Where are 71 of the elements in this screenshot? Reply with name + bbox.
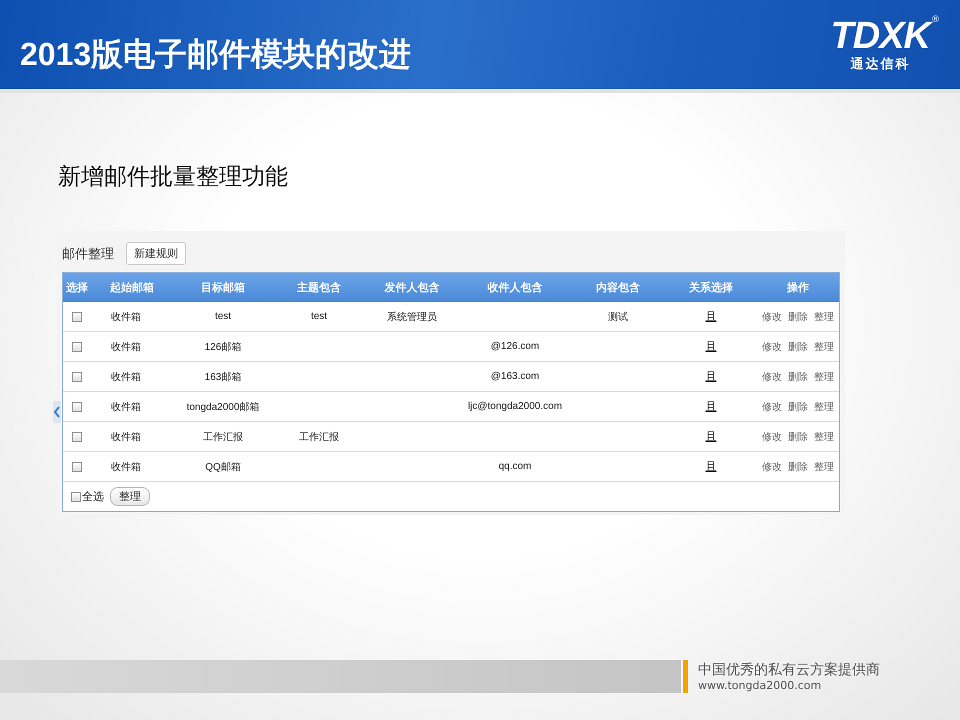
table-cell: test (310, 311, 328, 322)
action-link[interactable]: 删除 (788, 310, 808, 324)
column-header: 内容包含 (595, 280, 641, 295)
table-cell: test (214, 311, 232, 322)
row-checkbox[interactable] (72, 372, 82, 382)
action-link[interactable]: 删除 (788, 340, 808, 354)
select-all-checkbox[interactable] (71, 492, 81, 502)
table-cell: @126.com (490, 341, 540, 352)
column-header: 收件人包含 (486, 280, 544, 295)
relation-link[interactable]: 且 (706, 459, 716, 474)
action-link[interactable]: 整理 (814, 460, 834, 474)
table-cell: ljc@tongda2000.com (468, 401, 562, 412)
relation-link[interactable]: 且 (706, 339, 716, 354)
table-cell-text: 收件箱 (110, 370, 141, 384)
sort-button[interactable]: 整理 (110, 487, 150, 506)
action-link[interactable]: 整理 (814, 400, 834, 414)
action-link[interactable]: 整理 (814, 340, 834, 354)
table-cell-text: 工作汇报 (299, 430, 339, 444)
panel-title: 邮件整理 (62, 246, 114, 262)
table-cell-text: QQ邮箱 (205, 460, 241, 474)
action-link[interactable]: 删除 (788, 430, 808, 444)
footer-tagline: 中国优秀的私有云方案提供商 (698, 661, 880, 679)
action-link[interactable]: 修改 (762, 400, 782, 414)
table-cell-text: 收件箱 (110, 400, 141, 414)
table-cell-text: 收件箱 (110, 460, 141, 474)
table-cell-text: 系统管理员 (387, 310, 437, 324)
new-rule-button[interactable]: 新建规则 (126, 242, 186, 265)
column-header: 主题包含 (296, 280, 342, 295)
action-link[interactable]: 修改 (762, 370, 782, 384)
row-checkbox[interactable] (72, 402, 82, 412)
column-header: 关系选择 (688, 280, 734, 295)
relation-link[interactable]: 且 (706, 429, 716, 444)
table-cell-text: 163邮箱 (204, 370, 242, 384)
table-cell-text: 收件箱 (110, 340, 141, 354)
footer-url: www.tongda2000.com (698, 679, 822, 692)
table-cell-text: 测试 (608, 310, 628, 324)
logo-name: 通达信科 (850, 56, 910, 73)
row-checkbox[interactable] (72, 462, 82, 472)
slide-subtitle: 新增邮件批量整理功能 (58, 163, 289, 192)
action-link[interactable]: 修改 (762, 460, 782, 474)
table-cell-text: tongda2000邮箱 (186, 400, 260, 414)
action-link[interactable]: 删除 (788, 400, 808, 414)
registered-mark: ® (931, 15, 940, 25)
action-link[interactable]: 修改 (762, 310, 782, 324)
table-cell-text: 126邮箱 (204, 340, 242, 354)
column-header: 选择 (65, 280, 89, 295)
action-link[interactable]: 整理 (814, 430, 834, 444)
action-link[interactable]: 删除 (788, 460, 808, 474)
accent-bar (683, 660, 688, 693)
column-header: 操作 (786, 280, 810, 295)
row-checkbox[interactable] (72, 312, 82, 322)
row-checkbox[interactable] (72, 342, 82, 352)
action-link[interactable]: 修改 (762, 430, 782, 444)
column-header: 目标邮箱 (200, 280, 246, 295)
table-cell-text: 收件箱 (110, 430, 141, 444)
row-checkbox[interactable] (72, 432, 82, 442)
relation-link[interactable]: 且 (706, 399, 716, 414)
action-link[interactable]: 整理 (814, 310, 834, 324)
action-link[interactable]: 修改 (762, 340, 782, 354)
action-link[interactable]: 整理 (814, 370, 834, 384)
table-cell: @163.com (490, 371, 540, 382)
action-link[interactable]: 删除 (788, 370, 808, 384)
column-header: 起始邮箱 (109, 280, 155, 295)
table-cell-text: 收件箱 (110, 310, 141, 324)
relation-link[interactable]: 且 (706, 369, 716, 384)
relation-link[interactable]: 且 (706, 309, 716, 324)
column-header: 发件人包含 (383, 280, 440, 295)
slide-title: 2013版电子邮件模块的改进 (20, 35, 412, 74)
select-all-label: 全选 (82, 489, 104, 504)
table-cell: qq.com (498, 461, 532, 472)
table-cell-text: 工作汇报 (203, 430, 243, 444)
